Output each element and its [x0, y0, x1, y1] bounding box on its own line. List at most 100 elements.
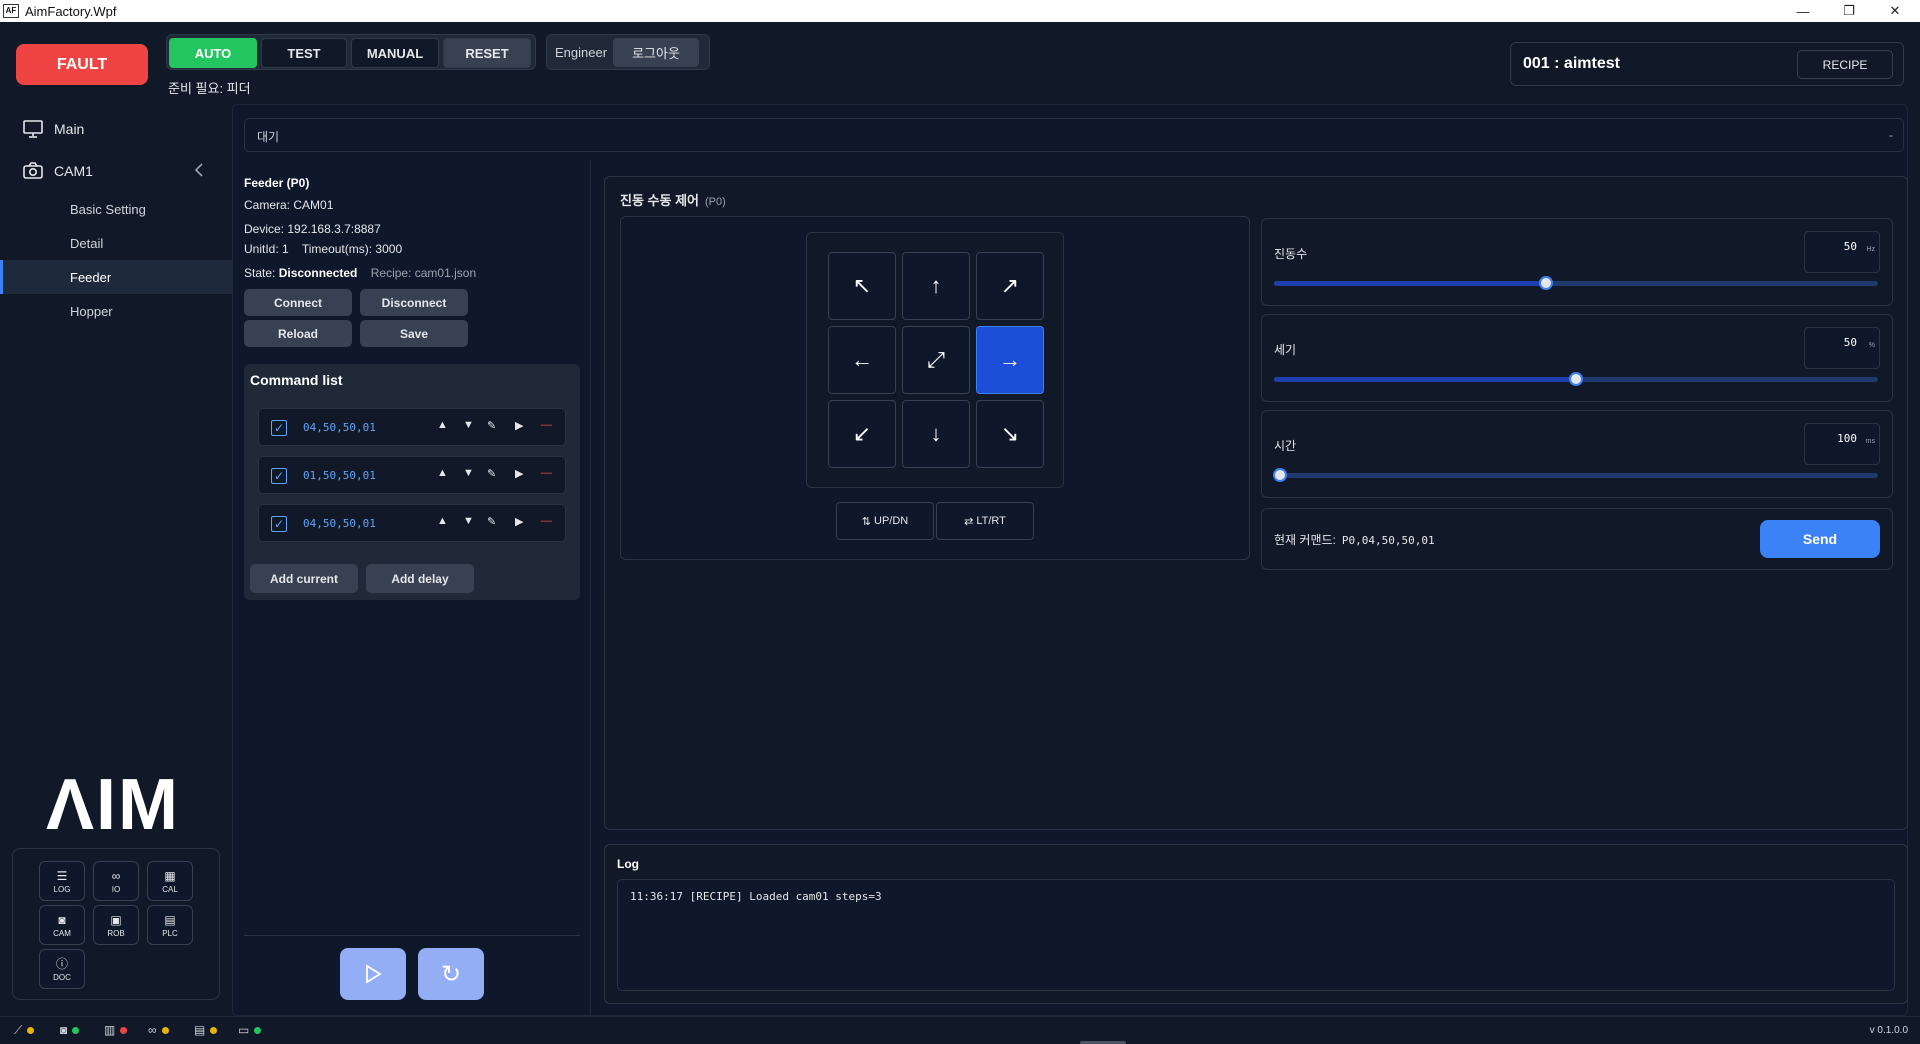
param-intensity-input[interactable]: 50 % — [1804, 327, 1880, 369]
add-delay-button[interactable]: Add delay — [366, 564, 474, 593]
move-up-icon[interactable]: ▲ — [437, 419, 448, 431]
dir-up-button[interactable]: ↑ — [902, 252, 970, 320]
sidebar-item-feeder[interactable]: Feeder — [0, 260, 232, 294]
status-dot — [27, 1027, 35, 1034]
edit-icon[interactable]: ✎ — [487, 515, 496, 528]
swap-updn-label: UP/DN — [874, 515, 909, 527]
feeder-camera-label: Camera: — [244, 198, 291, 212]
vibration-subtitle: (P0) — [704, 196, 726, 208]
dir-down-button[interactable]: ↓ — [902, 400, 970, 468]
disconnect-button[interactable]: Disconnect — [360, 289, 468, 316]
run-icon[interactable]: ▶ — [515, 467, 523, 480]
refresh-button[interactable]: ↻ — [418, 948, 484, 1000]
dir-down-left-button[interactable]: ↙ — [828, 400, 896, 468]
recipe-button[interactable]: RECIPE — [1797, 50, 1893, 79]
tool-io-button[interactable]: ∞ IO — [93, 861, 139, 901]
header: FAULT AUTO TEST MANUAL RESET 준비 필요: 피더 E… — [0, 22, 1920, 104]
swap-ltrt-button[interactable]: ⇄ LT/RT — [936, 502, 1034, 540]
status-panel[interactable]: ▤ — [194, 1023, 218, 1037]
sidebar-item-detail[interactable]: Detail — [0, 226, 232, 260]
edit-icon[interactable]: ✎ — [487, 419, 496, 432]
mode-test-button[interactable]: TEST — [261, 38, 347, 68]
time-slider[interactable] — [1273, 468, 1878, 482]
monitor-icon — [22, 118, 44, 140]
log-title: Log — [617, 857, 639, 871]
param-frequency-input[interactable]: 50 Hz — [1804, 231, 1880, 273]
swap-ltrt-label: LT/RT — [976, 515, 1006, 527]
arrow-left-icon: ← — [851, 347, 873, 372]
chevron-left-icon[interactable] — [194, 162, 204, 180]
add-current-button[interactable]: Add current — [250, 564, 358, 593]
status-line-right: - — [1889, 128, 1893, 142]
time-slider-thumb[interactable] — [1273, 468, 1288, 482]
dir-left-button[interactable]: ← — [828, 326, 896, 394]
status-camera[interactable]: ◙ — [60, 1023, 80, 1037]
intensity-slider-thumb[interactable] — [1569, 372, 1583, 386]
sidebar-item-basic-setting[interactable]: Basic Setting — [0, 192, 232, 226]
arrow-down-icon: ↓ — [930, 421, 942, 446]
dir-up-left-button[interactable]: ↖ — [828, 252, 896, 320]
move-down-icon[interactable]: ▼ — [463, 419, 474, 431]
status-io[interactable]: ∞ — [148, 1023, 169, 1037]
vibration-title-text: 진동 수동 제어 — [620, 193, 699, 208]
window-titlebar: AF AimFactory.Wpf — ❐ ✕ — [0, 0, 1920, 22]
status-dot — [254, 1026, 262, 1034]
tool-doc-button[interactable]: ⓘ DOC — [39, 949, 85, 989]
vibration-title: 진동 수동 제어 (P0) — [620, 190, 726, 209]
move-down-icon[interactable]: ▼ — [463, 515, 474, 527]
close-button[interactable]: ✕ — [1872, 0, 1918, 22]
sidebar-item-main[interactable]: Main — [0, 112, 232, 146]
dir-down-right-button[interactable]: ↘ — [976, 400, 1044, 468]
intensity-slider[interactable] — [1274, 372, 1878, 386]
status-monitor[interactable]: ▭ — [238, 1023, 262, 1037]
mode-reset-button[interactable]: RESET — [443, 38, 531, 68]
move-up-icon[interactable]: ▲ — [437, 515, 448, 527]
minimize-button[interactable]: — — [1780, 0, 1826, 22]
remove-icon[interactable]: — — [541, 419, 552, 431]
dir-up-right-button[interactable]: ↗ — [976, 252, 1044, 320]
remove-icon[interactable]: — — [541, 467, 552, 479]
tool-plc-button[interactable]: ▤ PLC — [147, 905, 193, 945]
run-icon[interactable]: ▶ — [515, 419, 523, 432]
frequency-slider[interactable] — [1274, 276, 1878, 290]
dir-center-button[interactable]: ⤢ — [902, 326, 970, 394]
command-row[interactable]: ✓ 01,50,50,01 ▲ ▼ ✎ ▶ — — [258, 456, 566, 494]
logout-button[interactable]: 로그아웃 — [613, 38, 699, 67]
command-checkbox[interactable]: ✓ — [271, 420, 287, 436]
tool-cam-button[interactable]: ◙ CAM — [39, 905, 85, 945]
status-dot — [120, 1026, 128, 1034]
command-checkbox[interactable]: ✓ — [271, 516, 287, 532]
sidebar-item-cam1[interactable]: CAM1 — [0, 154, 232, 188]
send-button[interactable]: Send — [1760, 520, 1880, 558]
command-text: 01,50,50,01 — [303, 469, 376, 482]
command-checkbox[interactable]: ✓ — [271, 468, 287, 484]
save-button[interactable]: Save — [360, 320, 468, 347]
play-button[interactable] — [340, 948, 406, 1000]
run-icon[interactable]: ▶ — [515, 515, 523, 528]
remove-icon[interactable]: — — [541, 515, 552, 527]
command-row[interactable]: ✓ 04,50,50,01 ▲ ▼ ✎ ▶ — — [258, 504, 566, 542]
dir-right-button[interactable]: → — [976, 326, 1044, 394]
mode-manual-button[interactable]: MANUAL — [351, 38, 439, 68]
log-output[interactable]: 11:36:17 [RECIPE] Loaded cam01 steps=3 — [617, 879, 1895, 991]
sidebar-item-hopper[interactable]: Hopper — [0, 294, 232, 328]
tool-log-button[interactable]: ☰ LOG — [39, 861, 85, 901]
move-down-icon[interactable]: ▼ — [463, 467, 474, 479]
reload-button[interactable]: Reload — [244, 320, 352, 347]
param-time-input[interactable]: 100 ms — [1804, 423, 1880, 465]
tool-cam-label: CAM — [53, 928, 71, 938]
maximize-button[interactable]: ❐ — [1826, 0, 1872, 22]
tool-rob-button[interactable]: ▣ ROB — [93, 905, 139, 945]
feeder-device: Device: 192.168.3.7:8887 — [244, 222, 381, 236]
swap-updn-button[interactable]: ⇅ UP/DN — [836, 502, 934, 540]
frequency-slider-thumb[interactable] — [1538, 276, 1553, 290]
connect-button[interactable]: Connect — [244, 289, 352, 316]
edit-icon[interactable]: ✎ — [487, 467, 496, 480]
command-row[interactable]: ✓ 04,50,50,01 ▲ ▼ ✎ ▶ — — [258, 408, 566, 446]
mode-auto-button[interactable]: AUTO — [169, 38, 257, 68]
status-plc[interactable]: ▥ — [104, 1023, 128, 1037]
move-up-icon[interactable]: ▲ — [437, 467, 448, 479]
fault-button[interactable]: FAULT — [16, 44, 148, 85]
status-robot[interactable]: ⟋ — [14, 1023, 35, 1038]
tool-cal-button[interactable]: ▦ CAL — [147, 861, 193, 901]
